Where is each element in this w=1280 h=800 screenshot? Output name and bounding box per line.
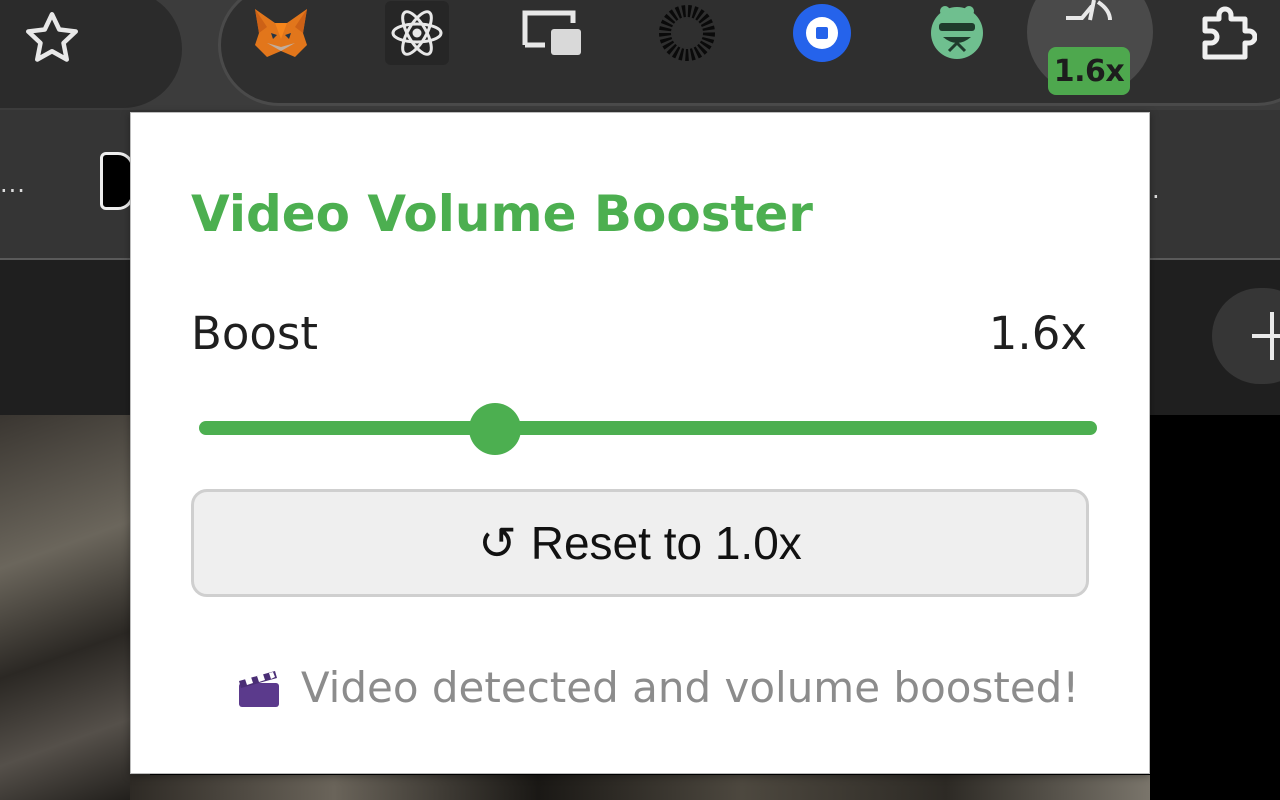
bookmarks-overflow[interactable]: ... <box>0 170 26 198</box>
bookmarks-overflow-right[interactable]: . <box>1152 176 1160 204</box>
boost-value: 1.6x <box>988 307 1087 360</box>
volume-booster-extension-icon <box>1066 0 1112 21</box>
boost-slider[interactable] <box>199 401 1097 455</box>
green-monster-extension-icon <box>931 6 983 59</box>
status-message: Video detected and volume boosted! <box>238 663 1079 712</box>
reset-button-label: Reset to 1.0x <box>530 517 802 569</box>
slider-thumb[interactable] <box>469 403 522 455</box>
picture-in-picture-button[interactable] <box>520 1 584 65</box>
bookmark-favicon[interactable] <box>100 152 134 210</box>
blue-circle-extension-icon <box>793 4 851 62</box>
react-devtools-button[interactable] <box>385 1 449 65</box>
volume-booster-popup: Video Volume Booster Boost 1.6x ↺ Reset … <box>130 112 1150 774</box>
metamask-extension-button[interactable] <box>249 1 313 65</box>
reset-button[interactable]: ↺ Reset to 1.0x <box>191 489 1089 597</box>
popup-title: Video Volume Booster <box>191 185 813 243</box>
loading-ring-icon <box>659 5 715 61</box>
plus-icon <box>1252 312 1280 360</box>
extensions-menu-button[interactable] <box>1195 1 1259 65</box>
green-monster-extension-button[interactable] <box>925 1 989 65</box>
video-frame-left <box>0 415 150 800</box>
picture-in-picture-icon <box>522 10 581 55</box>
star-icon <box>26 12 78 62</box>
extension-badge: 1.6x <box>1048 47 1130 95</box>
metamask-fox-icon <box>255 9 307 57</box>
blue-circle-extension-button[interactable] <box>790 1 854 65</box>
reset-icon: ↺ <box>478 517 517 569</box>
status-text: Video detected and volume boosted! <box>300 663 1080 712</box>
react-devtools-icon <box>391 10 443 56</box>
slider-track <box>199 421 1097 435</box>
video-frame-bottom <box>130 775 1150 800</box>
loading-ring-extension-button[interactable] <box>655 1 719 65</box>
bookmark-star-button[interactable] <box>20 6 84 70</box>
clapperboard-icon <box>237 667 281 709</box>
puzzle-piece-extensions-icon <box>1202 6 1257 60</box>
omnibox-end <box>0 0 182 108</box>
boost-label: Boost <box>191 307 319 360</box>
